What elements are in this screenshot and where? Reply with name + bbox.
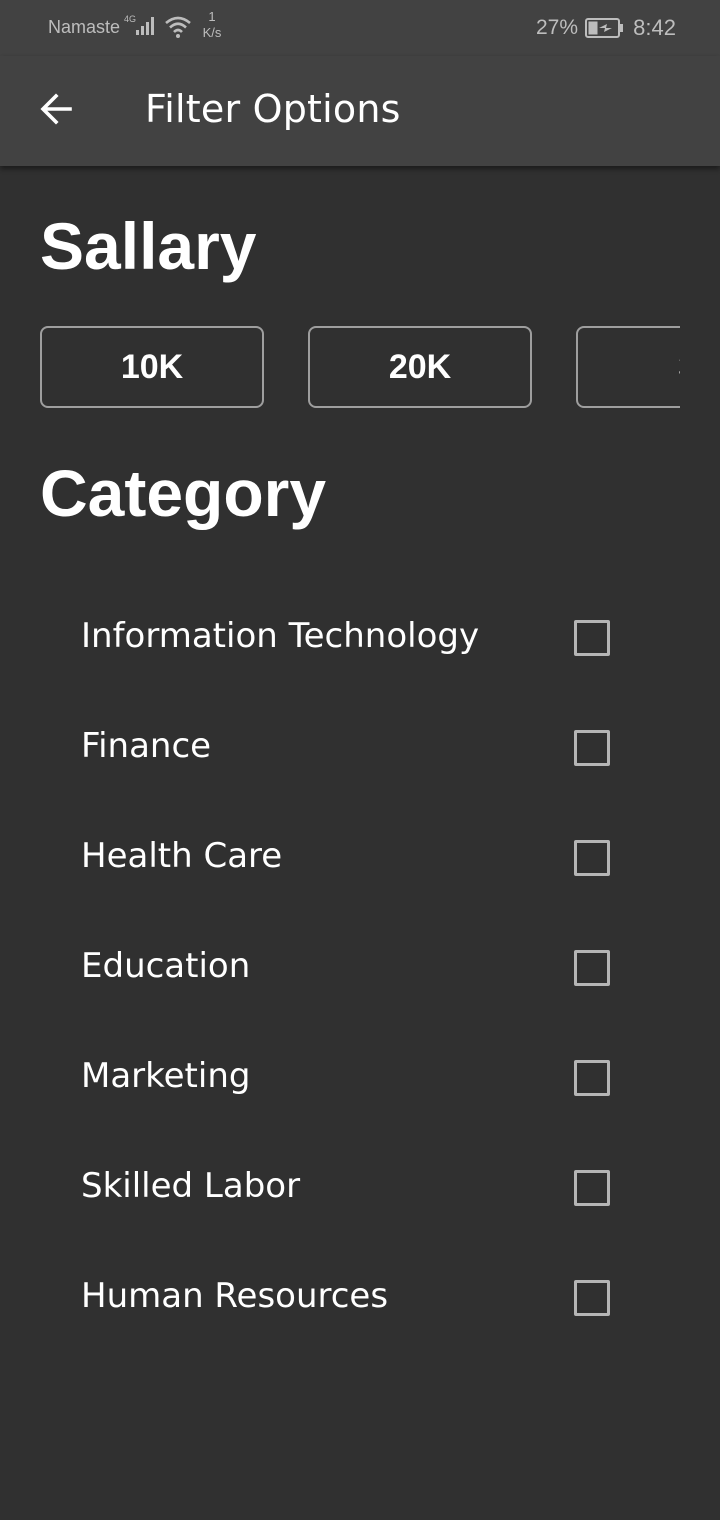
checkbox[interactable] bbox=[574, 1280, 610, 1316]
checkbox[interactable] bbox=[574, 950, 610, 986]
carrier-name: Namaste bbox=[48, 17, 121, 37]
speed-unit: K/s bbox=[202, 25, 222, 40]
app-bar: Filter Options bbox=[0, 56, 720, 166]
category-label: Skilled Labor bbox=[81, 1166, 301, 1206]
network-speed: 1 K/s bbox=[200, 9, 224, 41]
salary-options: 10K 20K 3 bbox=[40, 326, 680, 412]
category-item-health-care[interactable]: Health Care bbox=[0, 802, 720, 912]
category-item-finance[interactable]: Finance bbox=[0, 692, 720, 802]
checkbox[interactable] bbox=[574, 620, 610, 656]
battery-charging-icon bbox=[585, 18, 625, 43]
category-item-information-technology[interactable]: Information Technology bbox=[0, 582, 720, 692]
category-label: Finance bbox=[81, 726, 212, 766]
category-item-skilled-labor[interactable]: Skilled Labor bbox=[0, 1132, 720, 1242]
salary-option-30k[interactable]: 3 bbox=[576, 326, 680, 408]
clock: 8:42 bbox=[633, 15, 676, 40]
category-item-human-resources[interactable]: Human Resources bbox=[0, 1242, 720, 1352]
battery-percent: 27% bbox=[535, 16, 578, 39]
checkbox[interactable] bbox=[574, 1060, 610, 1096]
category-item-marketing[interactable]: Marketing bbox=[0, 1022, 720, 1132]
salary-heading: Sallary bbox=[40, 209, 257, 283]
status-bar: Namaste 4G 1 K/s 27% 8:42 bbox=[0, 0, 720, 56]
arrow-back-icon bbox=[38, 91, 74, 131]
checkbox[interactable] bbox=[574, 730, 610, 766]
checkbox[interactable] bbox=[574, 840, 610, 876]
salary-option-10k[interactable]: 10K bbox=[40, 326, 264, 408]
category-label: Human Resources bbox=[81, 1276, 389, 1316]
back-button[interactable] bbox=[24, 79, 88, 143]
category-label: Health Care bbox=[81, 836, 283, 876]
category-item-education[interactable]: Education bbox=[0, 912, 720, 1022]
signal-icon bbox=[136, 16, 158, 41]
speed-value: 1 bbox=[208, 9, 216, 24]
checkbox[interactable] bbox=[574, 1170, 610, 1206]
network-type: 4G bbox=[124, 14, 137, 24]
category-label: Information Technology bbox=[81, 616, 480, 656]
category-label: Education bbox=[81, 946, 251, 986]
category-label: Marketing bbox=[81, 1056, 251, 1096]
category-heading: Category bbox=[40, 456, 327, 530]
page-title: Filter Options bbox=[145, 87, 401, 131]
wifi-icon bbox=[164, 15, 192, 44]
salary-option-20k[interactable]: 20K bbox=[308, 326, 532, 408]
category-list: Information Technology Finance Health Ca… bbox=[0, 582, 720, 1352]
